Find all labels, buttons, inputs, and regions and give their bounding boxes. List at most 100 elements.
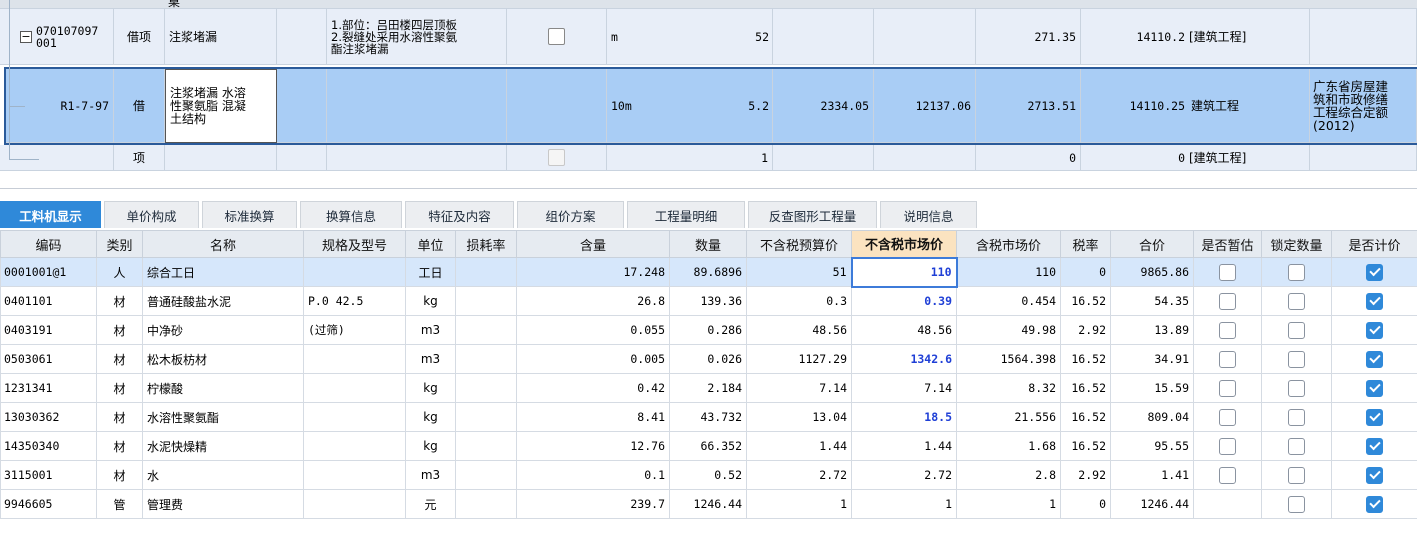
col-header-name[interactable]: 名称 bbox=[142, 230, 304, 258]
resource-spec[interactable] bbox=[303, 257, 406, 287]
estimate-checkbox[interactable] bbox=[1219, 350, 1236, 368]
resource-spec[interactable] bbox=[303, 373, 406, 403]
lock-quantity-checkbox[interactable] bbox=[1288, 379, 1305, 397]
table-row[interactable]: 1231341 材柠檬酸 kg 0.42 2.184 7.14 7.14 8.32 16.52 1… bbox=[0, 373, 1417, 403]
tab-features-content[interactable]: 特征及内容 bbox=[405, 201, 514, 228]
resource-content[interactable]: 12.76 bbox=[516, 431, 670, 461]
resource-spec[interactable] bbox=[303, 431, 406, 461]
estimate-checkbox-cell bbox=[1193, 431, 1262, 461]
quota-name-editor[interactable]: 注浆堵漏 水溶 性聚氨脂 混凝 土结构 bbox=[165, 69, 277, 143]
is-priced-checkbox[interactable] bbox=[1366, 292, 1383, 310]
col-header-code[interactable]: 编码 bbox=[0, 230, 97, 258]
col-header-lock-quantity[interactable]: 锁定数量 bbox=[1261, 230, 1332, 258]
tab-standard-conversion[interactable]: 标准换算 bbox=[202, 201, 297, 228]
col-header-spec[interactable]: 规格及型号 bbox=[303, 230, 406, 258]
is-priced-checkbox[interactable] bbox=[1366, 408, 1383, 426]
lock-quantity-checkbox[interactable] bbox=[1288, 321, 1305, 339]
estimate-checkbox[interactable] bbox=[1219, 408, 1236, 426]
table-row[interactable]: 9946605 管管理费元 239.7 1246.44 1 1 1 0 1246.44 bbox=[0, 489, 1417, 519]
resource-spec[interactable] bbox=[303, 344, 406, 374]
lock-quantity-checkbox[interactable] bbox=[1288, 495, 1305, 513]
is-priced-checkbox[interactable] bbox=[1366, 321, 1383, 339]
table-row[interactable]: 13030362 材水溶性聚氨酯 kg 8.41 43.732 13.04 18.5 21.5… bbox=[0, 402, 1417, 432]
resource-content[interactable]: 8.41 bbox=[516, 402, 670, 432]
resource-content[interactable]: 0.005 bbox=[516, 344, 670, 374]
bill-item-checkbox[interactable] bbox=[548, 28, 565, 45]
col-header-total[interactable]: 合价 bbox=[1110, 230, 1194, 258]
tab-unit-price-composition[interactable]: 单价构成 bbox=[104, 201, 199, 228]
resource-market-price[interactable]: 48.56 bbox=[851, 315, 957, 345]
col-header-tax-rate[interactable]: 税率 bbox=[1060, 230, 1111, 258]
is-priced-checkbox[interactable] bbox=[1366, 350, 1383, 368]
resource-spec[interactable]: P.0 42.5 bbox=[303, 286, 406, 316]
resource-market-price[interactable]: 2.72 bbox=[851, 460, 957, 490]
col-header-quantity[interactable]: 数量 bbox=[669, 230, 747, 258]
table-row[interactable]: 3115001 材水 m3 0.1 0.52 2.72 2.72 2.8 2.92 1.41 bbox=[0, 460, 1417, 490]
resource-content[interactable]: 0.055 bbox=[516, 315, 670, 345]
table-row[interactable]: 14350340 材水泥快燥精 kg 12.76 66.352 1.44 1.44 1.68 1… bbox=[0, 431, 1417, 461]
col-header-budget-price[interactable]: 不含税预算价 bbox=[746, 230, 852, 258]
resource-content[interactable]: 26.8 bbox=[516, 286, 670, 316]
lock-quantity-checkbox[interactable] bbox=[1288, 466, 1305, 484]
resource-market-price[interactable]: 1342.6 bbox=[851, 344, 957, 374]
col-header-market-price-tax[interactable]: 含税市场价 bbox=[956, 230, 1061, 258]
col-header-loss-rate[interactable]: 损耗率 bbox=[455, 230, 517, 258]
resource-spec[interactable] bbox=[303, 402, 406, 432]
tab-conversion-info[interactable]: 换算信息 bbox=[300, 201, 402, 228]
is-priced-checkbox[interactable] bbox=[1366, 263, 1383, 281]
lock-quantity-checkbox[interactable] bbox=[1288, 263, 1305, 281]
col-header-category[interactable]: 类别 bbox=[96, 230, 143, 258]
resource-market-price[interactable]: 18.5 bbox=[851, 402, 957, 432]
tab-labor-material-machine[interactable]: 工料机显示 bbox=[0, 201, 101, 228]
tab-description-info[interactable]: 说明信息 bbox=[880, 201, 977, 228]
tab-quantity-details[interactable]: 工程量明细 bbox=[627, 201, 745, 228]
lock-quantity-checkbox[interactable] bbox=[1288, 408, 1305, 426]
bill-item-code-line2: 001 bbox=[36, 35, 57, 50]
bill-item-checkbox-cell[interactable] bbox=[507, 9, 607, 65]
quota-book: 广东省房屋建 筑和市政修缮 工程综合定额 (2012) bbox=[1310, 69, 1417, 143]
resource-market-price[interactable]: 0.39 bbox=[851, 286, 957, 316]
resource-spec[interactable] bbox=[303, 489, 406, 519]
table-row[interactable]: 0503061 材松木板枋材 m3 0.005 0.026 1127.29 1342.6 15… bbox=[0, 344, 1417, 374]
resource-market-price[interactable]: 1.44 bbox=[851, 431, 957, 461]
estimate-checkbox[interactable] bbox=[1219, 292, 1236, 310]
estimate-checkbox-cell bbox=[1193, 315, 1262, 345]
bill-item-type: 借项 bbox=[114, 9, 165, 65]
lock-quantity-checkbox[interactable] bbox=[1288, 292, 1305, 310]
is-priced-checkbox[interactable] bbox=[1366, 466, 1383, 484]
lock-quantity-checkbox[interactable] bbox=[1288, 437, 1305, 455]
col-header-unit[interactable]: 单位 bbox=[405, 230, 456, 258]
bill-item-blank-4 bbox=[1310, 9, 1417, 65]
lock-quantity-checkbox[interactable] bbox=[1288, 350, 1305, 368]
resource-spec[interactable] bbox=[303, 460, 406, 490]
resource-content[interactable]: 17.248 bbox=[516, 257, 670, 287]
estimate-checkbox[interactable] bbox=[1219, 321, 1236, 339]
col-header-market-price[interactable]: 不含税市场价 bbox=[851, 230, 957, 258]
table-row[interactable]: 0401101 材普通硅酸盐水泥 P.0 42.5 kg 26.8 139.36 0.3 0.… bbox=[0, 286, 1417, 316]
tab-pricing-scheme[interactable]: 组价方案 bbox=[517, 201, 624, 228]
col-header-is-estimate[interactable]: 是否暂估 bbox=[1193, 230, 1262, 258]
estimate-checkbox[interactable] bbox=[1219, 379, 1236, 397]
resource-content[interactable]: 0.1 bbox=[516, 460, 670, 490]
bill-item-code-cell[interactable]: − 070107097 001 bbox=[0, 9, 114, 65]
resource-market-price[interactable]: 7.14 bbox=[851, 373, 957, 403]
resource-market-price[interactable]: 110 bbox=[850, 256, 958, 288]
table-row[interactable]: 0403191 材中净砂 (过筛) m3 0.055 0.286 48.56 48.56 49.… bbox=[0, 315, 1417, 345]
collapse-toggle-icon[interactable]: − bbox=[20, 30, 32, 43]
col-header-content[interactable]: 含量 bbox=[516, 230, 670, 258]
tab-graphic-quantity-lookup[interactable]: 反查图形工程量 bbox=[748, 201, 877, 228]
resource-spec[interactable]: (过筛) bbox=[303, 315, 406, 345]
tree-connector-line bbox=[9, 0, 10, 160]
table-row[interactable]: 0001001@1 人综合工日 工日 17.248 89.6896 51 110 110 0 98… bbox=[0, 256, 1417, 288]
estimate-checkbox[interactable] bbox=[1219, 263, 1236, 281]
is-priced-checkbox[interactable] bbox=[1366, 379, 1383, 397]
is-priced-checkbox[interactable] bbox=[1366, 495, 1383, 513]
resource-content[interactable]: 239.7 bbox=[516, 489, 670, 519]
col-header-is-priced[interactable]: 是否计价 bbox=[1331, 230, 1417, 258]
estimate-checkbox[interactable] bbox=[1219, 466, 1236, 484]
estimate-checkbox[interactable] bbox=[1219, 437, 1236, 455]
resource-content[interactable]: 0.42 bbox=[516, 373, 670, 403]
resource-name: 中净砂 bbox=[142, 315, 304, 345]
resource-market-price[interactable]: 1 bbox=[851, 489, 957, 519]
is-priced-checkbox[interactable] bbox=[1366, 437, 1383, 455]
